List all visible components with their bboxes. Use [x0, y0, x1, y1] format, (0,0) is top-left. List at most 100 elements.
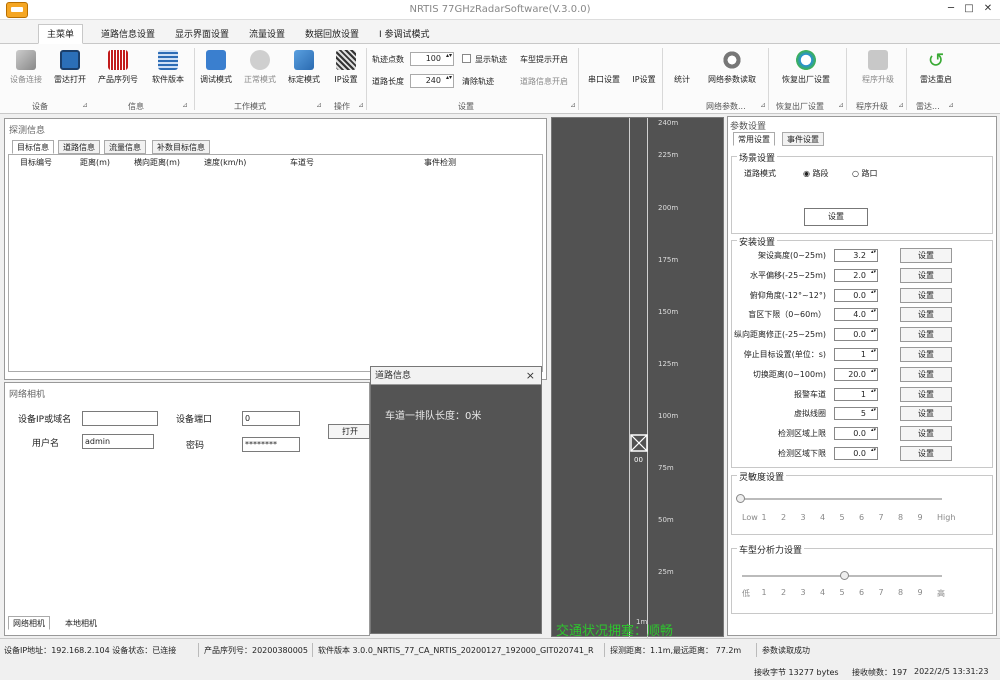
sensitivity-slider-thumb[interactable]: [736, 494, 745, 503]
plug-icon: [16, 50, 36, 70]
group-launcher-icon[interactable]: ⊿: [358, 101, 364, 109]
road-mode-intersection-radio[interactable]: ○ 路口: [852, 168, 878, 179]
road-info-toggle[interactable]: 道路信息开启: [520, 76, 568, 87]
minimize-button[interactable]: ─: [944, 2, 958, 16]
param-set-button[interactable]: 设置: [900, 446, 952, 461]
sensitivity-slider-track[interactable]: [742, 498, 942, 500]
column-header[interactable]: 速度(km/h): [204, 157, 246, 168]
tab-display[interactable]: 显示界面设置: [166, 24, 238, 44]
tab-road-info-panel[interactable]: 道路信息: [58, 140, 100, 154]
param-set-button[interactable]: 设置: [900, 307, 952, 323]
password-input[interactable]: ********: [242, 437, 300, 452]
tab-local-camera[interactable]: 本地相机: [60, 616, 102, 630]
show-track-checkbox[interactable]: [462, 54, 471, 63]
param-set-button[interactable]: 设置: [900, 287, 952, 303]
group-launcher-icon[interactable]: ⊿: [948, 101, 954, 109]
tab-debug[interactable]: I 参调试模式: [370, 24, 439, 44]
param-spin-input[interactable]: 1: [834, 348, 878, 361]
param-spin-input[interactable]: 20.0: [834, 367, 878, 381]
target-marker[interactable]: [630, 434, 648, 455]
vehicle-prompt-toggle[interactable]: 车型提示开启: [520, 54, 568, 65]
tab-flow[interactable]: 流量设置: [240, 24, 294, 44]
group-launcher-icon[interactable]: ⊿: [760, 101, 766, 109]
group-separator: [768, 48, 769, 110]
close-button[interactable]: ✕: [981, 2, 995, 16]
road-mode-segment-radio[interactable]: ◉ 路段: [803, 168, 829, 179]
param-set-button[interactable]: 设置: [900, 267, 952, 283]
param-set-button[interactable]: 设置: [900, 366, 952, 382]
software-version-button[interactable]: 软件版本: [142, 48, 194, 98]
param-set-button[interactable]: 设置: [900, 386, 952, 402]
username-input[interactable]: admin: [82, 434, 154, 449]
tab-target-info[interactable]: 目标信息: [12, 140, 54, 154]
group-launcher-icon[interactable]: ⊿: [316, 101, 322, 109]
vehicle-slider-thumb[interactable]: [840, 571, 849, 580]
param-set-button[interactable]: 设置: [900, 406, 952, 422]
group-launcher-icon[interactable]: ⊿: [570, 101, 576, 109]
param-set-button[interactable]: 设置: [900, 426, 952, 442]
status-value: 197: [892, 668, 908, 677]
radio-label: 路口: [861, 169, 878, 178]
radar-open-button[interactable]: 雷达打开: [44, 48, 96, 98]
tab-common-settings[interactable]: 常用设置: [733, 132, 775, 146]
popup-close-icon[interactable]: ×: [526, 367, 535, 385]
group-label-network: 网络参数...: [706, 102, 746, 111]
tab-road-info[interactable]: 道路信息设置: [92, 24, 164, 44]
radar-reboot-button[interactable]: ↺ 雷达重启: [910, 48, 962, 98]
tab-event-settings[interactable]: 事件设置: [782, 132, 824, 146]
group-launcher-icon[interactable]: ⊿: [82, 101, 88, 109]
param-spin-input[interactable]: 0.0: [834, 288, 878, 302]
group-launcher-icon[interactable]: ⊿: [838, 101, 844, 109]
param-set-button[interactable]: 设置: [900, 347, 952, 362]
slider-tick-label: 1: [761, 513, 767, 522]
tab-main-menu[interactable]: 主菜单: [38, 24, 84, 44]
column-header[interactable]: 横向距离(m): [134, 157, 180, 168]
product-serial-button[interactable]: 产品序列号: [92, 48, 144, 98]
param-spin-input[interactable]: 0.0: [834, 447, 878, 460]
device-port-input[interactable]: 0: [242, 411, 300, 426]
recv-bytes-status: 接收字节 13277 bytes: [754, 667, 839, 678]
network-params-button[interactable]: 网络参数读取: [700, 48, 764, 98]
slider-tick-label: 5: [839, 513, 845, 522]
column-header[interactable]: 事件检测: [424, 157, 456, 168]
tab-supplement-info[interactable]: 补数目标信息: [152, 140, 210, 154]
param-set-button[interactable]: 设置: [900, 248, 952, 263]
tab-playback[interactable]: 数据回放设置: [296, 24, 368, 44]
group-label-workmode: 工作模式: [234, 102, 266, 111]
param-set-button[interactable]: 设置: [900, 327, 952, 343]
distance-tick: 175m: [658, 256, 679, 264]
column-header[interactable]: 目标编号: [20, 157, 52, 168]
param-spin-input[interactable]: 0.0: [834, 427, 878, 441]
circle-icon: [250, 50, 270, 70]
serial-icon: [594, 50, 614, 70]
track-points-input[interactable]: 100: [410, 52, 454, 66]
param-spin-input[interactable]: 5: [834, 407, 878, 421]
group-separator: [906, 48, 907, 110]
param-spin-input[interactable]: 4.0: [834, 308, 878, 322]
param-label: 架设高度(0~25m): [757, 251, 826, 260]
maximize-button[interactable]: □: [962, 2, 976, 16]
tab-flow-info[interactable]: 流量信息: [104, 140, 146, 154]
road-length-input[interactable]: 240: [410, 74, 454, 88]
param-spin-input[interactable]: 1: [834, 387, 878, 401]
group-label-upgrade: 程序升级: [856, 102, 888, 111]
column-header[interactable]: 车道号: [290, 157, 314, 168]
tab-network-camera[interactable]: 网络相机: [8, 616, 50, 630]
group-launcher-icon[interactable]: ⊿: [898, 101, 904, 109]
firmware-upgrade-button[interactable]: 程序升级: [852, 48, 904, 98]
scene-set-button[interactable]: 设置: [804, 208, 868, 226]
clear-track-button[interactable]: 清除轨迹: [462, 76, 494, 87]
refresh-icon: [796, 50, 816, 70]
calibration-icon: [294, 50, 314, 70]
factory-reset-button[interactable]: 恢复出厂设置: [776, 48, 836, 98]
open-camera-button[interactable]: 打开: [328, 424, 370, 439]
group-launcher-icon[interactable]: ⊿: [182, 101, 188, 109]
ip-settings-button[interactable]: IP设置: [320, 48, 372, 98]
param-spin-input[interactable]: 0.0: [834, 328, 878, 342]
device-ip-input[interactable]: [82, 411, 158, 426]
column-header[interactable]: 距离(m): [80, 157, 110, 168]
slider-tick-label: 4: [820, 513, 826, 522]
param-spin-input[interactable]: 2.0: [834, 268, 878, 282]
vehicle-analysis-group: [731, 548, 993, 614]
param-spin-input[interactable]: 3.2: [834, 249, 878, 262]
